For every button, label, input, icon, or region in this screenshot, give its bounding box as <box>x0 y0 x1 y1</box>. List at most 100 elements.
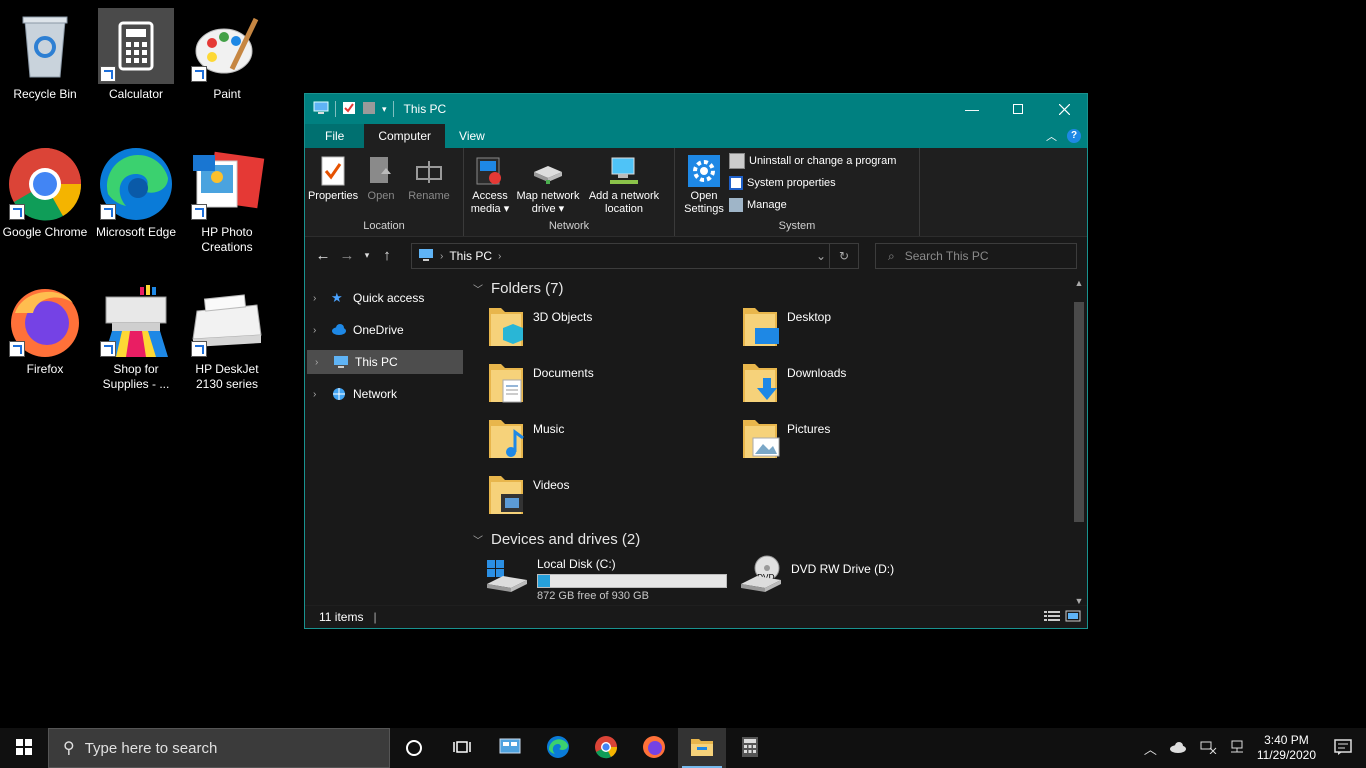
file-explorer-folder-icon <box>690 737 714 760</box>
desktop-icon-recycle-bin[interactable]: Recycle Bin <box>2 8 88 102</box>
up-arrow-icon[interactable]: ↑ <box>375 247 399 264</box>
expand-chevron-icon[interactable]: › <box>313 293 331 304</box>
show-hidden-icons-chevron-icon[interactable]: ︿ <box>1144 739 1157 758</box>
address-bar-row: ← → ▾ ↑ › This PC › ⌄ ↻ ⌕ Search This PC <box>305 237 1087 273</box>
desktop-icon-microsoft-edge[interactable]: Microsoft Edge <box>93 146 179 240</box>
large-icons-view-icon[interactable] <box>1065 610 1081 625</box>
taskbar-app-calculator[interactable] <box>726 728 774 768</box>
expand-chevron-icon[interactable]: › <box>315 357 333 368</box>
ribbon-group-network: Access media ▾ Map network drive ▾ Add a n… <box>464 148 675 236</box>
shortcut-arrow-icon <box>100 341 116 357</box>
shortcut-arrow-icon <box>191 341 207 357</box>
close-button[interactable] <box>1041 94 1087 124</box>
properties-icon <box>317 154 349 188</box>
action-center-notification-icon[interactable] <box>1334 738 1352 758</box>
clock-date: 11/29/2020 <box>1256 748 1316 762</box>
minimize-button[interactable]: — <box>949 94 995 124</box>
refresh-icon[interactable]: ↻ <box>829 244 858 268</box>
scroll-up-arrow-icon[interactable]: ▲ <box>1071 278 1087 288</box>
folder-3d-objects[interactable]: 3D Objects <box>487 304 727 354</box>
desktop-icon-firefox[interactable]: Firefox <box>2 283 88 377</box>
address-bar[interactable]: › This PC › ⌄ ↻ <box>411 243 859 269</box>
drive-dvd-rw-d[interactable]: DVD DVD RW Drive (D:) <box>737 554 987 604</box>
clock[interactable]: 3:40 PM 11/29/2020 <box>1257 733 1316 763</box>
tab-file[interactable]: File <box>305 124 365 148</box>
address-history-dropdown-icon[interactable]: ⌄ <box>816 249 826 263</box>
taskbar-app-firefox[interactable] <box>630 728 678 768</box>
collapse-chevron-icon[interactable]: ﹀ <box>473 281 483 296</box>
nav-item-onedrive[interactable]: › OneDrive <box>305 318 463 342</box>
vertical-scrollbar[interactable]: ▲ ▼ <box>1071 276 1087 608</box>
details-view-icon[interactable] <box>1043 610 1061 625</box>
scrollbar-thumb[interactable] <box>1074 302 1084 522</box>
breadcrumb-chevron-icon[interactable]: › <box>440 251 443 262</box>
expand-chevron-icon[interactable]: › <box>313 389 331 400</box>
taskbar-app-chrome[interactable] <box>582 728 630 768</box>
taskbar-app-edge[interactable] <box>534 728 582 768</box>
drives-group-header[interactable]: ﹀ Devices and drives (2) <box>473 531 640 548</box>
folder-documents[interactable]: Documents <box>487 360 727 410</box>
expand-chevron-icon[interactable]: › <box>313 325 331 336</box>
desktop-icon-label: Microsoft Edge <box>95 225 177 239</box>
taskbar-app-file-explorer[interactable] <box>678 728 726 768</box>
onedrive-cloud-icon[interactable] <box>1169 741 1187 756</box>
breadcrumb-this-pc[interactable]: This PC <box>449 249 492 263</box>
access-media-icon <box>474 154 506 188</box>
window-title: This PC <box>403 102 447 116</box>
help-icon[interactable]: ? <box>1067 129 1081 143</box>
uninstall-program-button[interactable]: Uninstall or change a program <box>729 152 896 170</box>
manage-button[interactable]: Manage <box>729 196 896 214</box>
folder-videos[interactable]: Videos <box>487 472 727 522</box>
folder-downloads[interactable]: Downloads <box>741 360 981 410</box>
task-view-icon <box>453 739 471 758</box>
ethernet-icon[interactable] <box>1229 740 1245 757</box>
content-pane: ﹀ Folders (7) 3D Objects Desktop Documen… <box>463 276 1087 608</box>
nav-item-this-pc[interactable]: › This PC <box>307 350 463 374</box>
collapse-ribbon-icon[interactable]: ︿ <box>1046 128 1057 144</box>
tab-computer[interactable]: Computer <box>364 124 446 148</box>
quick-access-toolbar: ▾ <box>313 101 394 118</box>
nav-item-quick-access[interactable]: › ★ Quick access <box>305 286 463 310</box>
drive-local-disk-c[interactable]: Local Disk (C:) 872 GB free of 930 GB <box>483 554 733 604</box>
desktop-icon-hp-deskjet[interactable]: HP DeskJet 2130 series <box>184 283 270 392</box>
folder-desktop[interactable]: Desktop <box>741 304 981 354</box>
taskbar-search-box[interactable]: ⚲ Type here to search <box>48 728 390 768</box>
desktop-folder-icon <box>741 304 781 348</box>
task-view-button[interactable] <box>438 728 486 768</box>
cortana-button[interactable] <box>390 728 438 768</box>
properties-qa-icon[interactable] <box>342 101 356 118</box>
recent-locations-chevron-icon[interactable]: ▾ <box>359 250 375 261</box>
network-disconnected-icon[interactable] <box>1199 740 1217 757</box>
title-bar[interactable]: ▾ This PC — <box>305 94 1087 124</box>
shortcut-arrow-icon <box>100 204 116 220</box>
folder-pictures[interactable]: Pictures <box>741 416 981 466</box>
search-box[interactable]: ⌕ Search This PC <box>875 243 1077 269</box>
collapse-chevron-icon[interactable]: ﹀ <box>473 532 483 547</box>
breadcrumb-chevron-icon[interactable]: › <box>498 251 501 262</box>
control-panel-icon <box>499 738 521 759</box>
system-properties-button[interactable]: System properties <box>729 174 896 192</box>
calculator-icon <box>98 8 174 84</box>
back-arrow-icon[interactable]: ← <box>311 247 335 264</box>
forward-arrow-icon[interactable]: → <box>335 247 359 264</box>
access-media-label: Access <box>472 190 508 202</box>
ribbon: Properties Open Rename Location Access me… <box>305 148 1087 237</box>
customize-qa-dropdown-icon[interactable]: ▾ <box>382 104 387 115</box>
desktop-icon-hp-photo-creations[interactable]: HP Photo Creations <box>184 146 270 255</box>
item-count: 11 items <box>319 610 364 624</box>
desktop-icon-shop-for-supplies[interactable]: Shop for Supplies - ... <box>93 283 179 392</box>
desktop-icon-paint[interactable]: Paint <box>184 8 270 102</box>
nav-item-network[interactable]: › Network <box>305 382 463 406</box>
properties-label: Properties <box>307 190 359 202</box>
desktop-icon-calculator[interactable]: Calculator <box>93 8 179 102</box>
folders-group-header[interactable]: ﹀ Folders (7) <box>473 280 564 297</box>
taskbar-app-control-panel[interactable] <box>486 728 534 768</box>
folder-music[interactable]: Music <box>487 416 727 466</box>
start-button[interactable] <box>0 728 48 768</box>
maximize-button[interactable] <box>995 94 1041 124</box>
new-folder-qa-icon[interactable] <box>362 101 376 118</box>
desktop-icon-google-chrome[interactable]: Google Chrome <box>2 146 88 240</box>
system-tray: ︿ 3:40 PM 11/29/2020 <box>1138 728 1366 768</box>
tab-view[interactable]: View <box>445 124 499 148</box>
group-label-network: Network <box>548 220 590 232</box>
